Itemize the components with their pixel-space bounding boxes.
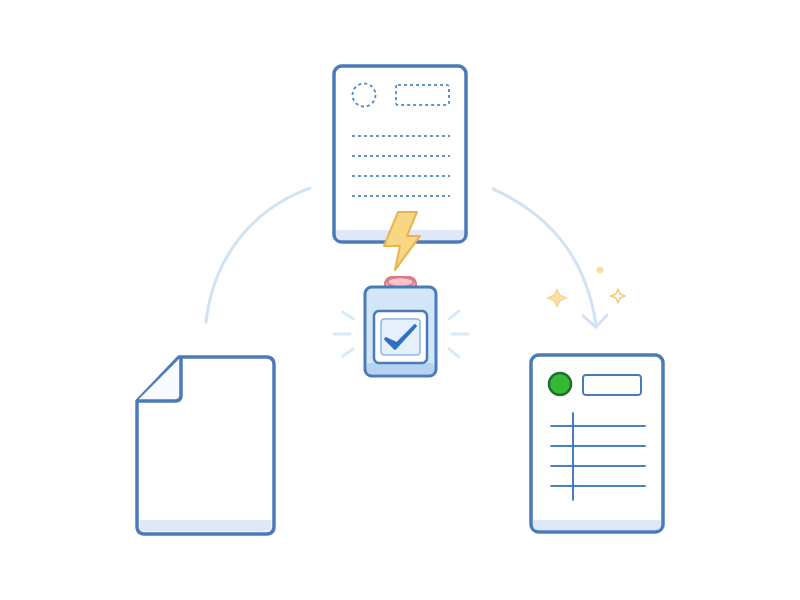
filled-field: [582, 374, 642, 396]
workflow-illustration: [0, 0, 800, 600]
blank-document-icon: [135, 355, 276, 536]
filled-avatar: [547, 371, 573, 397]
left-arrow-curve: [204, 186, 312, 324]
right-arrow-curve: [491, 187, 598, 327]
filled-form-icon: [529, 353, 665, 534]
stamp-device-icon: [363, 276, 438, 378]
